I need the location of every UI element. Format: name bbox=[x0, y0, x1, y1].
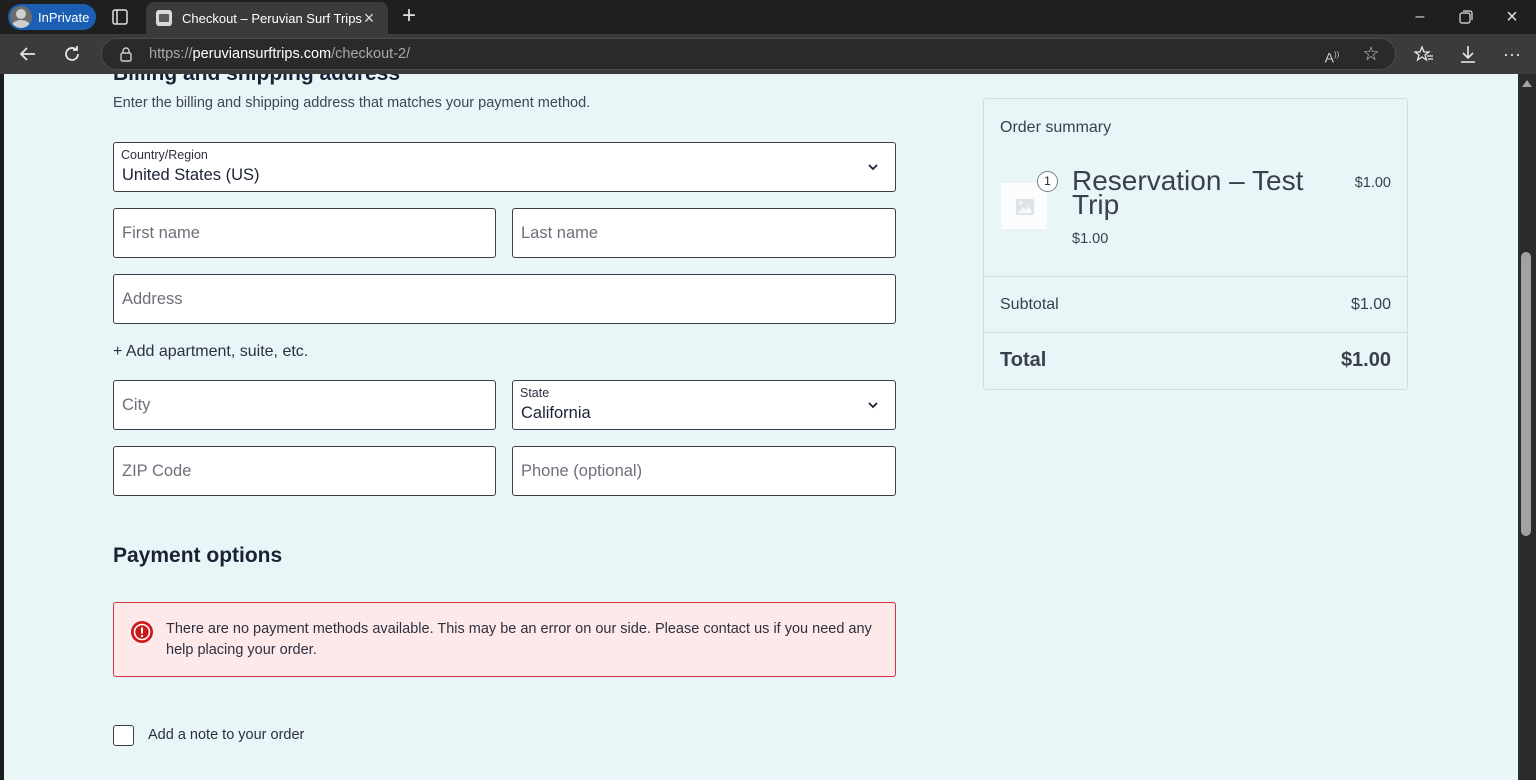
item-total-price: $1.00 bbox=[1354, 175, 1391, 191]
more-options-icon[interactable]: ··· bbox=[1500, 42, 1524, 66]
zip-code-field[interactable]: ZIP Code bbox=[113, 446, 496, 496]
add-note-label[interactable]: Add a note to your order bbox=[148, 727, 304, 743]
last-name-field[interactable]: Last name bbox=[512, 208, 896, 258]
phone-field[interactable]: Phone (optional) bbox=[512, 446, 896, 496]
payment-error-notice: There are no payment methods available. … bbox=[113, 602, 896, 677]
url-prefix: https:// bbox=[149, 46, 193, 62]
order-summary-panel: Order summary 1 Reservation – Test Trip … bbox=[983, 98, 1408, 390]
url-host: peruviansurftrips.com bbox=[192, 46, 332, 62]
country-select[interactable]: Country/Region United States (US) bbox=[113, 142, 896, 192]
refresh-icon[interactable] bbox=[60, 42, 84, 66]
first-name-placeholder: First name bbox=[122, 224, 200, 242]
url-path: /checkout-2/ bbox=[331, 46, 411, 62]
payment-options-title: Payment options bbox=[113, 544, 283, 567]
total-label: Total bbox=[1000, 349, 1047, 371]
country-value: United States (US) bbox=[122, 166, 260, 184]
downloads-icon[interactable] bbox=[1456, 42, 1480, 66]
state-value: California bbox=[521, 404, 591, 422]
item-name: Reservation – Test Trip bbox=[1072, 165, 1304, 220]
summary-divider bbox=[984, 276, 1407, 277]
add-apartment-link[interactable]: + Add apartment, suite, etc. bbox=[113, 343, 308, 361]
favorites-icon[interactable] bbox=[1412, 42, 1436, 66]
summary-divider bbox=[984, 332, 1407, 333]
billing-section-description: Enter the billing and shipping address t… bbox=[113, 95, 591, 111]
minimize-icon[interactable]: – bbox=[1408, 5, 1432, 29]
url-text: https://peruviansurftrips.com/checkout-2… bbox=[149, 46, 410, 62]
lock-icon[interactable] bbox=[118, 46, 134, 62]
payment-error-text: There are no payment methods available. … bbox=[166, 621, 872, 658]
checkout-page: Billing and shipping address Enter the b… bbox=[4, 74, 1518, 780]
state-select[interactable]: State California bbox=[512, 380, 896, 430]
read-aloud-icon[interactable]: A)) bbox=[1321, 44, 1343, 66]
vertical-scrollbar[interactable] bbox=[1518, 74, 1536, 780]
item-unit-price: $1.00 bbox=[1072, 231, 1109, 247]
inprivate-label: InPrivate bbox=[38, 9, 90, 25]
country-label: Country/Region bbox=[121, 148, 208, 162]
new-tab-icon[interactable]: + bbox=[397, 4, 421, 29]
tab-title: Checkout – Peruvian Surf Trips bbox=[182, 10, 362, 26]
first-name-field[interactable]: First name bbox=[113, 208, 496, 258]
inprivate-profile-button[interactable]: InPrivate bbox=[8, 4, 96, 30]
address-placeholder: Address bbox=[122, 290, 183, 308]
address-bar[interactable]: https://peruviansurftrips.com/checkout-2… bbox=[101, 38, 1396, 70]
last-name-placeholder: Last name bbox=[521, 224, 599, 242]
back-icon[interactable] bbox=[16, 42, 40, 66]
chevron-down-icon bbox=[868, 402, 878, 409]
close-window-icon[interactable]: × bbox=[1500, 5, 1524, 29]
error-icon bbox=[131, 621, 153, 643]
subtotal-value: $1.00 bbox=[1350, 296, 1391, 313]
billing-section-title: Billing and shipping address bbox=[113, 74, 400, 86]
zip-code-placeholder: ZIP Code bbox=[122, 462, 192, 480]
total-value: $1.00 bbox=[1340, 349, 1391, 371]
order-summary-title: Order summary bbox=[1000, 119, 1112, 136]
city-placeholder: City bbox=[122, 396, 151, 414]
favorite-star-icon[interactable]: ☆ bbox=[1360, 44, 1382, 66]
image-placeholder-icon bbox=[1016, 199, 1034, 215]
phone-placeholder: Phone (optional) bbox=[521, 462, 643, 480]
close-tab-icon[interactable]: × bbox=[360, 9, 378, 27]
site-favicon-icon bbox=[156, 10, 172, 26]
browser-toolbar: https://peruviansurftrips.com/checkout-2… bbox=[0, 34, 1536, 74]
subtotal-label: Subtotal bbox=[1000, 296, 1059, 313]
address-field[interactable]: Address bbox=[113, 274, 896, 324]
active-tab[interactable]: Checkout – Peruvian Surf Trips × bbox=[146, 2, 388, 34]
restore-icon[interactable] bbox=[1454, 5, 1478, 29]
add-note-checkbox[interactable] bbox=[113, 725, 134, 746]
profile-avatar-icon bbox=[10, 6, 32, 28]
item-quantity-badge: 1 bbox=[1037, 171, 1058, 192]
scroll-up-arrow-icon[interactable] bbox=[1522, 80, 1532, 87]
scrollbar-thumb[interactable] bbox=[1521, 252, 1531, 536]
tab-actions-icon[interactable] bbox=[110, 7, 130, 27]
state-label: State bbox=[520, 386, 550, 400]
city-field[interactable]: City bbox=[113, 380, 496, 430]
chevron-down-icon bbox=[868, 164, 878, 171]
browser-tab-bar: InPrivate Checkout – Peruvian Surf Trips… bbox=[0, 0, 1536, 34]
